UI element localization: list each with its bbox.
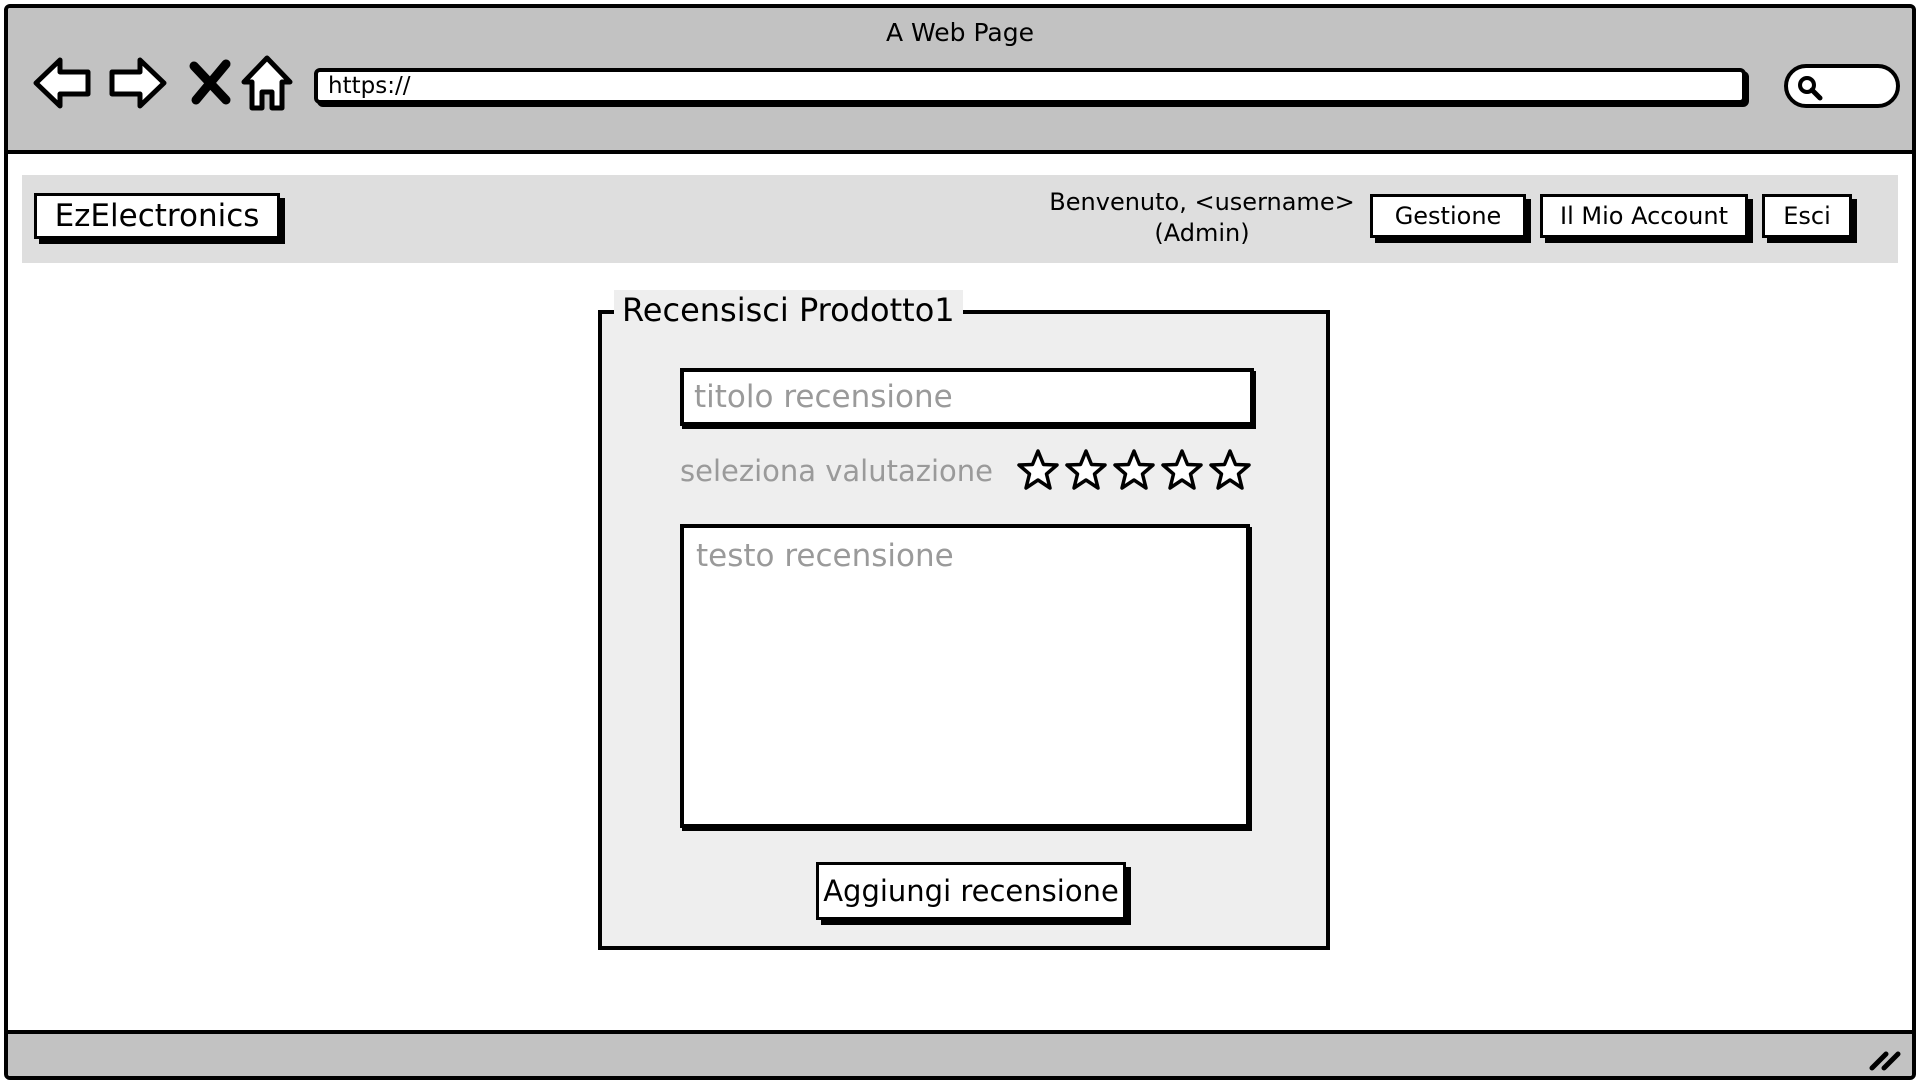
review-text-input[interactable] <box>680 524 1250 828</box>
stop-x-icon[interactable] <box>180 52 242 114</box>
search-icon <box>1798 76 1823 101</box>
review-form-title: Recensisci Prodotto1 <box>614 290 963 330</box>
star-icon[interactable] <box>1016 448 1060 492</box>
welcome-username: Benvenuto, <username> <box>1049 188 1355 216</box>
home-icon[interactable] <box>236 52 298 114</box>
review-form-panel: Recensisci Prodotto1 seleziona valutazio… <box>598 290 1330 950</box>
welcome-message: Benvenuto, <username> (Admin) <box>1042 187 1362 249</box>
forward-arrow-icon[interactable] <box>106 52 168 114</box>
star-rating <box>1016 448 1252 492</box>
gestione-button[interactable]: Gestione <box>1370 194 1526 238</box>
resize-grip-icon[interactable] <box>1868 1046 1902 1072</box>
brand-logo-button[interactable]: EzElectronics <box>34 193 280 239</box>
logout-button[interactable]: Esci <box>1762 194 1852 238</box>
page-content: EzElectronics Benvenuto, <username> (Adm… <box>8 154 1912 1034</box>
add-review-button[interactable]: Aggiungi recensione <box>816 862 1126 920</box>
url-bar[interactable] <box>314 68 1746 104</box>
browser-titlebar: A Web Page <box>8 8 1912 154</box>
browser-statusbar <box>8 1030 1912 1076</box>
star-icon[interactable] <box>1112 448 1156 492</box>
star-icon[interactable] <box>1064 448 1108 492</box>
welcome-role: (Admin) <box>1154 219 1250 247</box>
browser-window: A Web Page EzElectronics Benvenuto, <use… <box>4 4 1916 1080</box>
review-title-input[interactable] <box>680 368 1254 426</box>
star-icon[interactable] <box>1160 448 1204 492</box>
star-icon[interactable] <box>1208 448 1252 492</box>
top-navbar: EzElectronics Benvenuto, <username> (Adm… <box>22 175 1898 263</box>
window-title: A Web Page <box>885 18 1035 47</box>
back-arrow-icon[interactable] <box>32 52 94 114</box>
rating-label: seleziona valutazione <box>680 454 993 488</box>
my-account-button[interactable]: Il Mio Account <box>1540 194 1748 238</box>
browser-search-box[interactable] <box>1784 64 1900 108</box>
